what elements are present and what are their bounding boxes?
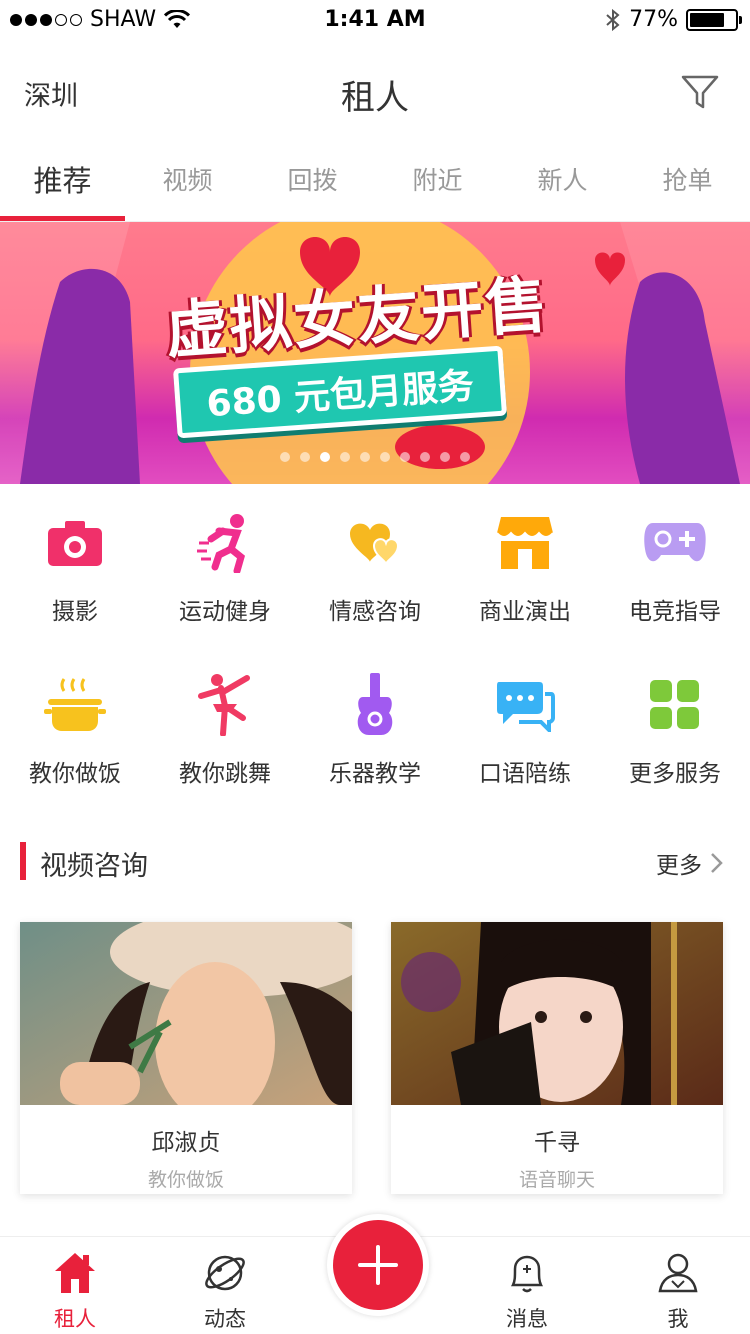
cooking-pot-icon <box>42 672 108 738</box>
hearts-icon <box>342 510 408 576</box>
video-card[interactable]: 邱淑贞 教你做饭 <box>20 922 352 1194</box>
gamepad-icon <box>642 510 708 576</box>
tab-newcomer[interactable]: 新人 <box>500 146 625 221</box>
service-cooking[interactable]: 教你做饭 <box>0 652 150 814</box>
page-title: 租人 <box>341 78 409 118</box>
nav-item-feed[interactable]: 动态 <box>170 1251 280 1333</box>
publish-button[interactable] <box>327 1214 429 1316</box>
status-bar: SHAW 1:41 AM 77% <box>0 0 750 40</box>
service-more[interactable]: 更多服务 <box>600 652 750 814</box>
status-right: 77% <box>605 7 742 32</box>
dancer-icon <box>192 672 258 738</box>
battery-fill <box>690 12 724 27</box>
nav-label: 我 <box>667 1307 689 1331</box>
tab-video[interactable]: 视频 <box>125 146 250 221</box>
camera-icon <box>42 510 108 576</box>
battery-icon <box>686 8 742 31</box>
bell-icon <box>510 1255 544 1293</box>
service-emotional-counseling[interactable]: 情感咨询 <box>300 490 450 652</box>
more-link[interactable]: 更多 <box>656 846 724 880</box>
nav-item-me[interactable]: 我 <box>623 1251 733 1333</box>
tab-nearby[interactable]: 附近 <box>375 146 500 221</box>
plus-icon <box>358 1245 398 1285</box>
service-label: 电竞指导 <box>629 599 721 625</box>
card-subtitle: 语音聊天 <box>518 1169 595 1191</box>
service-fitness[interactable]: 运动健身 <box>150 490 300 652</box>
service-label: 教你跳舞 <box>179 761 271 787</box>
service-esports-coaching[interactable]: 电竞指导 <box>600 490 750 652</box>
nav-label: 消息 <box>506 1307 548 1331</box>
section-accent-bar <box>20 842 26 880</box>
planet-icon <box>205 1255 245 1291</box>
pager-dot[interactable] <box>320 452 330 462</box>
service-label: 教你做饭 <box>29 761 121 787</box>
banner-pager <box>0 452 750 462</box>
service-label: 情感咨询 <box>329 599 421 625</box>
service-business-performance[interactable]: 商业演出 <box>450 490 600 652</box>
pager-dot[interactable] <box>440 452 450 462</box>
service-dance[interactable]: 教你跳舞 <box>150 652 300 814</box>
pager-dot[interactable] <box>400 452 410 462</box>
nav-label: 租人 <box>54 1307 96 1331</box>
pager-dot[interactable] <box>460 452 470 462</box>
running-icon <box>192 510 258 576</box>
card-subtitle: 教你做饭 <box>147 1169 224 1191</box>
chat-bubbles-icon <box>492 672 558 738</box>
pager-dot[interactable] <box>300 452 310 462</box>
section-title: 视频咨询 <box>40 851 148 882</box>
tab-callback[interactable]: 回拨 <box>250 146 375 221</box>
service-label: 运动健身 <box>179 599 271 625</box>
service-label: 乐器教学 <box>329 761 421 787</box>
filter-icon[interactable] <box>680 72 720 112</box>
pager-dot[interactable] <box>360 452 370 462</box>
service-instrument[interactable]: 乐器教学 <box>300 652 450 814</box>
pager-dot[interactable] <box>420 452 430 462</box>
service-label: 摄影 <box>52 599 98 625</box>
service-label: 商业演出 <box>479 599 571 625</box>
video-thumbnail <box>20 922 352 1105</box>
service-photography[interactable]: 摄影 <box>0 490 150 652</box>
category-tabs: 推荐 视频 回拨 附近 新人 抢单 <box>0 146 750 222</box>
pager-dot[interactable] <box>340 452 350 462</box>
service-label: 更多服务 <box>629 761 721 787</box>
battery-percent: 77% <box>629 7 678 32</box>
publish-button-inner <box>333 1220 423 1310</box>
service-row: 摄影 运动健身 情感咨询 商业演出 电竞指导 <box>0 490 750 652</box>
service-row: 教你做饭 教你跳舞 乐器教学 口语陪练 更多服务 <box>0 652 750 814</box>
pager-dot[interactable] <box>380 452 390 462</box>
video-section-header: 视频咨询 更多 <box>0 836 750 886</box>
card-name: 邱淑贞 <box>151 1130 221 1156</box>
nav-item-messages[interactable]: 消息 <box>472 1251 582 1333</box>
user-icon <box>658 1253 698 1293</box>
guitar-icon <box>342 672 408 738</box>
video-thumbnail <box>391 922 723 1105</box>
home-icon <box>55 1253 95 1293</box>
nav-item-rent[interactable]: 租人 <box>20 1251 130 1333</box>
more-label: 更多 <box>656 853 702 879</box>
shop-icon <box>492 510 558 576</box>
service-grid: 摄影 运动健身 情感咨询 商业演出 电竞指导 教你做饭 教你跳舞 乐器教学 口语… <box>0 490 750 814</box>
tab-recommend[interactable]: 推荐 <box>0 146 125 221</box>
app-header: 深圳 租人 <box>0 40 750 146</box>
video-card[interactable]: 千寻 语音聊天 <box>391 922 723 1194</box>
chevron-right-icon <box>711 853 723 873</box>
service-label: 口语陪练 <box>479 761 571 787</box>
tab-grab-order[interactable]: 抢单 <box>625 146 750 221</box>
card-name: 千寻 <box>534 1130 580 1156</box>
pager-dot[interactable] <box>280 452 290 462</box>
grid-icon <box>642 672 708 738</box>
service-oral-practice[interactable]: 口语陪练 <box>450 652 600 814</box>
bluetooth-icon <box>606 8 620 31</box>
nav-label: 动态 <box>204 1307 246 1331</box>
promo-banner[interactable]: 虚拟女友开售 680 元包月服务 <box>0 222 750 484</box>
